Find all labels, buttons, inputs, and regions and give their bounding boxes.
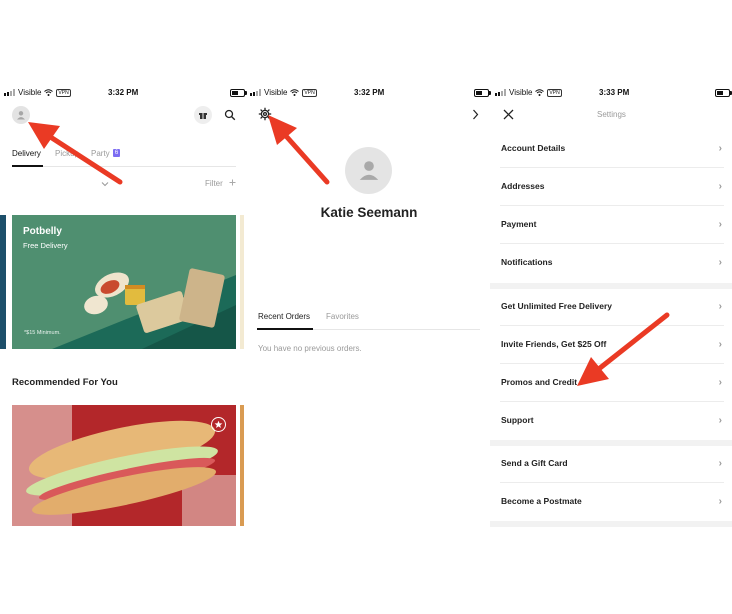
status-bar-home: Visible VPN 3:32 PM [4, 84, 247, 102]
tabs-divider [12, 166, 236, 167]
party-badge: 6 [113, 149, 120, 157]
battery-icon [474, 89, 491, 97]
carrier-name: Visible [509, 88, 533, 97]
section-title: Recommended For You [12, 377, 118, 388]
chevron-right-icon: › [718, 339, 722, 350]
chevron-right-icon[interactable] [472, 109, 479, 120]
tab-recent-orders[interactable]: Recent Orders [258, 312, 310, 321]
search-icon[interactable] [224, 109, 236, 121]
promo-subtitle: Free Delivery [23, 241, 68, 250]
chevron-right-icon: › [718, 377, 722, 388]
status-bar-settings: Visible VPN 3:33 PM [495, 84, 732, 102]
settings-item-payment[interactable]: Payment › [500, 206, 724, 244]
tab-active-indicator [257, 328, 313, 330]
wifi-icon [290, 89, 300, 96]
previous-promo-card[interactable] [0, 215, 6, 349]
chevron-right-icon: › [718, 458, 722, 469]
chevron-right-icon: › [718, 143, 722, 154]
chevron-right-icon: › [718, 257, 722, 268]
potbelly-promo-card[interactable]: Potbelly Free Delivery *$15 Minimum. [12, 215, 236, 349]
signal-icon [4, 89, 15, 96]
carrier-name: Visible [18, 88, 42, 97]
avatar-icon [359, 161, 379, 180]
chevron-right-icon: › [718, 181, 722, 192]
star-icon [214, 420, 223, 429]
gear-icon[interactable] [258, 107, 272, 121]
tab-favorites[interactable]: Favorites [326, 312, 359, 321]
settings-item-send-gift-card[interactable]: Send a Gift Card › [500, 445, 724, 483]
chevron-right-icon: › [718, 301, 722, 312]
profile-avatar-button[interactable] [12, 106, 30, 124]
status-time: 3:32 PM [108, 88, 139, 97]
gift-icon [199, 113, 207, 119]
settings-item-invite-friends[interactable]: Invite Friends, Get $25 Off › [500, 326, 724, 364]
battery-icon [230, 89, 247, 97]
vpn-badge: VPN [302, 88, 317, 97]
gift-button[interactable] [194, 106, 212, 124]
tab-party[interactable]: Party [91, 149, 110, 158]
filter-button[interactable]: Filter [205, 179, 223, 188]
tab-pickup[interactable]: Pickup [55, 149, 79, 158]
battery-icon [715, 89, 732, 97]
favorite-button[interactable] [211, 417, 226, 432]
recommended-restaurant-card[interactable] [12, 405, 236, 526]
chevron-right-icon: › [718, 219, 722, 230]
tab-active-indicator [12, 165, 43, 167]
settings-item-addresses[interactable]: Addresses › [500, 168, 724, 206]
vpn-badge: VPN [56, 88, 71, 97]
chevron-down-icon[interactable] [101, 181, 109, 187]
settings-item-notifications[interactable]: Notifications › [500, 244, 724, 282]
next-promo-card[interactable] [240, 215, 244, 349]
profile-avatar[interactable] [345, 147, 392, 194]
settings-item-become-postmate[interactable]: Become a Postmate › [500, 483, 724, 521]
settings-item-unlimited-delivery[interactable]: Get Unlimited Free Delivery › [500, 288, 724, 326]
promo-title: Potbelly [23, 226, 62, 237]
group-separator [490, 521, 732, 527]
promo-note: *$15 Minimum. [24, 330, 61, 336]
chevron-right-icon: › [718, 415, 722, 426]
status-time: 3:33 PM [599, 88, 630, 97]
signal-icon [250, 89, 261, 96]
chevron-right-icon: › [718, 496, 722, 507]
avatar-icon [17, 111, 25, 120]
plus-icon[interactable] [229, 179, 236, 186]
signal-icon [495, 89, 506, 96]
sandwich-image [12, 405, 236, 526]
carrier-name: Visible [264, 88, 288, 97]
vpn-badge: VPN [547, 88, 562, 97]
settings-item-promos-and-credit[interactable]: Promos and Credit › [500, 364, 724, 402]
wifi-icon [535, 89, 545, 96]
status-time: 3:32 PM [354, 88, 385, 97]
profile-name: Katie Seemann [320, 205, 418, 220]
empty-orders-text: You have no previous orders. [258, 344, 362, 353]
wifi-icon [44, 89, 54, 96]
status-bar-profile: Visible VPN 3:32 PM [250, 84, 491, 102]
settings-title: Settings [597, 110, 626, 119]
settings-item-account-details[interactable]: Account Details › [500, 130, 724, 168]
tab-delivery[interactable]: Delivery [12, 149, 41, 158]
next-recommended-card[interactable] [240, 405, 244, 526]
close-icon[interactable] [503, 109, 514, 120]
settings-item-support[interactable]: Support › [500, 402, 724, 440]
